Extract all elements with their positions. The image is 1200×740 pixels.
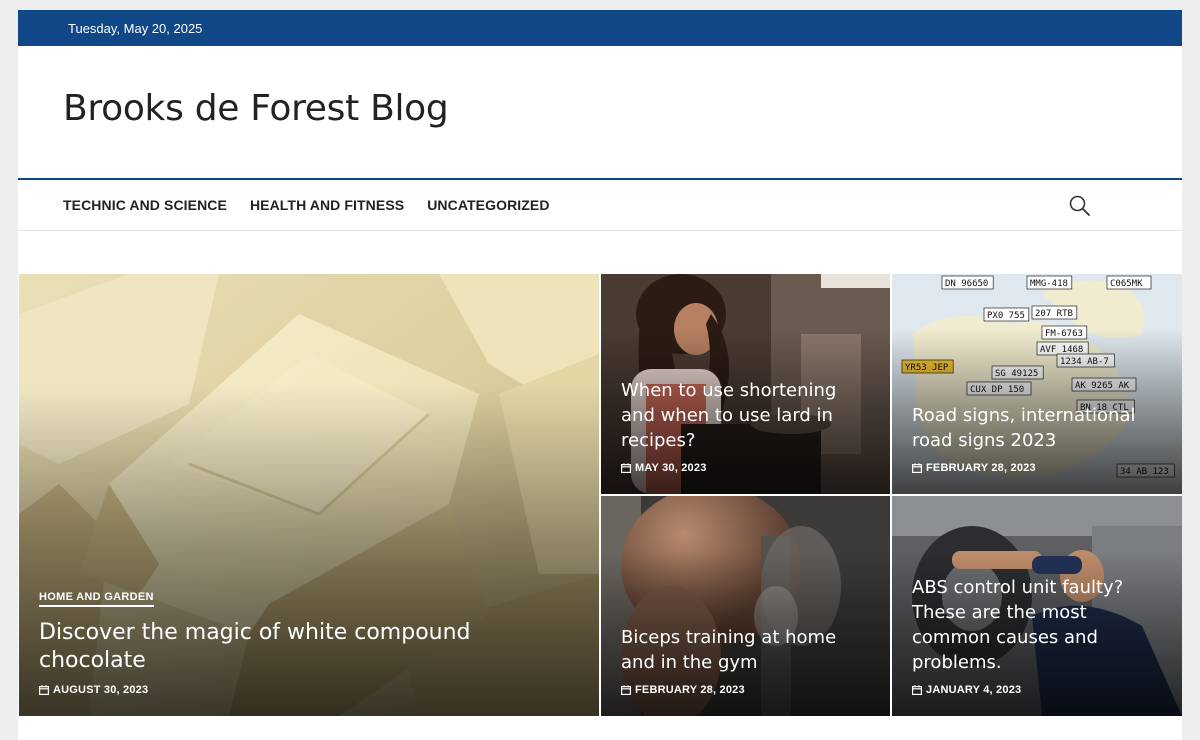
- post-date-text: FEBRUARY 28, 2023: [635, 684, 745, 696]
- nav-item-uncategorized[interactable]: UNCATEGORIZED: [427, 197, 549, 213]
- post-content: Road signs, international road signs 202…: [912, 403, 1164, 474]
- post-date-text: AUGUST 30, 2023: [53, 684, 149, 696]
- post-tile[interactable]: When to use shortening and when to use l…: [601, 274, 890, 494]
- nav-item-technic-and-science[interactable]: TECHNIC AND SCIENCE: [63, 197, 227, 213]
- post-date-text: MAY 30, 2023: [635, 462, 707, 474]
- post-title[interactable]: Biceps training at home and in the gym: [621, 625, 872, 675]
- search-button[interactable]: [1068, 194, 1092, 218]
- post-category-link[interactable]: HOME AND GARDEN: [39, 591, 154, 607]
- license-plate: PX0 755: [983, 307, 1030, 322]
- svg-text:MMG-418: MMG-418: [1030, 279, 1068, 289]
- svg-text:DN 96650: DN 96650: [945, 279, 988, 289]
- svg-text:PX0 755: PX0 755: [987, 311, 1025, 321]
- post-date[interactable]: FEBRUARY 28, 2023: [912, 462, 1164, 474]
- license-plate: C065MK: [1106, 275, 1152, 290]
- calendar-icon: [621, 463, 631, 473]
- featured-post-content: HOME AND GARDEN Discover the magic of wh…: [39, 587, 581, 696]
- calendar-icon: [912, 685, 922, 695]
- nav-item-health-and-fitness[interactable]: HEALTH AND FITNESS: [250, 197, 404, 213]
- calendar-icon: [912, 463, 922, 473]
- post-content: ABS control unit faulty? These are the m…: [912, 575, 1164, 696]
- page: Tuesday, May 20, 2025 Brooks de Forest B…: [18, 10, 1182, 740]
- search-icon: [1069, 195, 1090, 216]
- current-date: Tuesday, May 20, 2025: [68, 20, 203, 36]
- post-content: When to use shortening and when to use l…: [621, 378, 872, 474]
- post-date[interactable]: AUGUST 30, 2023: [39, 684, 581, 696]
- top-bar: Tuesday, May 20, 2025: [18, 10, 1182, 46]
- post-date-text: JANUARY 4, 2023: [926, 684, 1022, 696]
- post-content: Biceps training at home and in the gym F…: [621, 625, 872, 696]
- post-title[interactable]: Discover the magic of white compound cho…: [39, 619, 581, 675]
- post-tile[interactable]: ABS control unit faulty? These are the m…: [892, 496, 1182, 716]
- site-title[interactable]: Brooks de Forest Blog: [63, 88, 449, 137]
- calendar-icon: [621, 685, 631, 695]
- calendar-icon: [39, 685, 49, 695]
- svg-text:C065MK: C065MK: [1110, 279, 1143, 289]
- post-tile[interactable]: DN 96650MMG-418PX0 755207 RTBFM-6763AVF …: [892, 274, 1182, 494]
- post-date-text: FEBRUARY 28, 2023: [926, 462, 1036, 474]
- post-title[interactable]: ABS control unit faulty? These are the m…: [912, 575, 1164, 675]
- post-title[interactable]: Road signs, international road signs 202…: [912, 403, 1164, 453]
- main-navigation: TECHNIC AND SCIENCE HEALTH AND FITNESS U…: [18, 180, 1182, 231]
- license-plate: DN 96650: [941, 275, 994, 290]
- site-header: Brooks de Forest Blog: [18, 46, 1182, 180]
- svg-text:207 RTB: 207 RTB: [1035, 309, 1073, 319]
- post-title[interactable]: When to use shortening and when to use l…: [621, 378, 872, 453]
- post-date[interactable]: JANUARY 4, 2023: [912, 684, 1164, 696]
- post-tile[interactable]: Biceps training at home and in the gym F…: [601, 496, 890, 716]
- license-plate: MMG-418: [1026, 275, 1073, 290]
- post-date[interactable]: FEBRUARY 28, 2023: [621, 684, 872, 696]
- license-plate: 207 RTB: [1031, 305, 1078, 320]
- post-date[interactable]: MAY 30, 2023: [621, 462, 872, 474]
- featured-post-tile[interactable]: HOME AND GARDEN Discover the magic of wh…: [19, 274, 599, 716]
